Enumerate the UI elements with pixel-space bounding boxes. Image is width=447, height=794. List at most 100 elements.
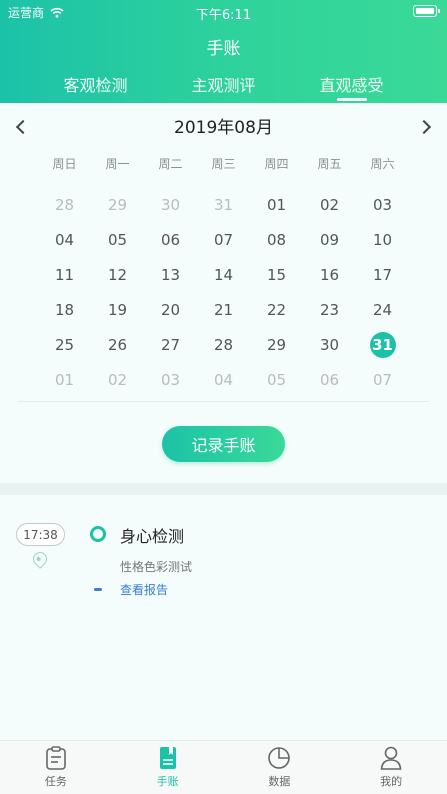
chevron-right-icon: [416, 119, 432, 135]
weekday-label: 周四: [264, 157, 289, 171]
nav-item-tasks[interactable]: 任务: [0, 741, 112, 794]
calendar-day[interactable]: 06: [144, 222, 197, 257]
weekday-label: 周六: [370, 157, 395, 171]
day-number: 23: [319, 300, 340, 319]
day-number: 31: [213, 195, 234, 214]
day-number: 05: [107, 230, 128, 249]
next-month-button[interactable]: [411, 113, 441, 141]
calendar-day[interactable]: 10: [356, 222, 409, 257]
calendar-day[interactable]: 07: [197, 222, 250, 257]
status-time: 下午6:11: [195, 8, 252, 23]
calendar-day[interactable]: 08: [250, 222, 303, 257]
tab-intuitive-feeling[interactable]: 直观感受: [288, 72, 416, 103]
day-number: 14: [213, 265, 234, 284]
day-number: 30: [319, 335, 340, 354]
day-number: 03: [372, 195, 393, 214]
calendar-day[interactable]: 05: [250, 362, 303, 397]
calendar-day[interactable]: 03: [144, 362, 197, 397]
calendar-day[interactable]: 16: [303, 257, 356, 292]
calendar-day[interactable]: 06: [303, 362, 356, 397]
nav-item-data[interactable]: 数据: [224, 741, 336, 794]
status-bar: 运营商 下午6:11: [0, 0, 447, 23]
app-header: 运营商 下午6:11 手账 客观检测 主观测评 直观感受: [0, 0, 447, 103]
day-number: 01: [266, 195, 287, 214]
calendar-day[interactable]: 09: [303, 222, 356, 257]
calendar-day[interactable]: 07: [356, 362, 409, 397]
weekday-label: 周日: [52, 157, 77, 171]
calendar-day[interactable]: 29: [91, 187, 144, 222]
location-pin-icon: [30, 549, 50, 569]
calendar-day[interactable]: 01: [250, 187, 303, 222]
calendar-day[interactable]: 13: [144, 257, 197, 292]
nav-item-profile[interactable]: 我的: [335, 741, 447, 794]
day-number: 17: [372, 265, 393, 284]
day-number: 30: [160, 195, 181, 214]
clipboard-icon: [46, 746, 66, 770]
day-number: 28: [54, 195, 75, 214]
day-number: 05: [266, 370, 287, 389]
calendar-day[interactable]: 29: [250, 327, 303, 362]
day-number: 29: [266, 335, 287, 354]
calendar-day[interactable]: 30: [144, 187, 197, 222]
person-icon: [380, 746, 402, 770]
calendar-day[interactable]: 30: [303, 327, 356, 362]
day-number: 10: [372, 230, 393, 249]
day-grid: 28 29 30 31 01 02 03 04 05 06 07 08 09 10 11 12 13 14 15 16…: [38, 187, 409, 397]
day-number: 01: [54, 370, 75, 389]
day-number: 20: [160, 300, 181, 319]
calendar-day[interactable]: 04: [197, 362, 250, 397]
tab-subjective-eval[interactable]: 主观测评: [160, 72, 288, 103]
day-number: 12: [107, 265, 128, 284]
calendar-day[interactable]: 14: [197, 257, 250, 292]
entry-subtitle: 性格色彩测试: [120, 560, 193, 574]
day-number: 25: [54, 335, 75, 354]
weekday-label: 周一: [105, 157, 130, 171]
day-number: 02: [107, 370, 128, 389]
calendar-day[interactable]: 19: [91, 292, 144, 327]
record-journal-button[interactable]: 记录手账: [162, 426, 285, 462]
notebook-icon: [159, 747, 176, 769]
calendar-day[interactable]: 04: [38, 222, 91, 257]
calendar-day[interactable]: 31: [197, 187, 250, 222]
calendar-day[interactable]: 18: [38, 292, 91, 327]
day-number: 19: [107, 300, 128, 319]
nav-label-journal: 手账: [156, 775, 179, 788]
section-divider: [0, 483, 447, 495]
calendar-day[interactable]: 02: [91, 362, 144, 397]
day-number: 21: [213, 300, 234, 319]
view-report-link[interactable]: 查看报告: [120, 581, 168, 598]
nav-label-tasks: 任务: [44, 775, 67, 788]
calendar-day-selected[interactable]: 31: [356, 327, 409, 362]
entry-title: 身心检测: [120, 527, 185, 546]
calendar-day[interactable]: 17: [356, 257, 409, 292]
calendar-day[interactable]: 02: [303, 187, 356, 222]
nav-item-journal[interactable]: 手账: [112, 741, 224, 794]
calendar-day[interactable]: 28: [38, 187, 91, 222]
calendar-day[interactable]: 24: [356, 292, 409, 327]
calendar-day[interactable]: 27: [144, 327, 197, 362]
calendar-day[interactable]: 15: [250, 257, 303, 292]
calendar-day[interactable]: 28: [197, 327, 250, 362]
pie-chart-icon: [268, 747, 291, 769]
tab-objective-test[interactable]: 客观检测: [32, 72, 160, 103]
weekday-label: 周二: [158, 157, 183, 171]
tab-bar: 客观检测 主观测评 直观感受: [0, 72, 447, 103]
calendar-day[interactable]: 25: [38, 327, 91, 362]
calendar-day[interactable]: 11: [38, 257, 91, 292]
day-number: 24: [372, 300, 393, 319]
calendar-day[interactable]: 20: [144, 292, 197, 327]
calendar-day[interactable]: 26: [91, 327, 144, 362]
calendar-day[interactable]: 01: [38, 362, 91, 397]
day-number: 09: [319, 230, 340, 249]
day-number: 04: [54, 230, 75, 249]
calendar-day[interactable]: 22: [250, 292, 303, 327]
day-number: 07: [213, 230, 234, 249]
calendar-day[interactable]: 12: [91, 257, 144, 292]
day-number: 29: [107, 195, 128, 214]
calendar-day[interactable]: 21: [197, 292, 250, 327]
journal-entry: 17:38 身心检测 性格色彩测试 查看报告: [0, 495, 447, 740]
calendar-day[interactable]: 03: [356, 187, 409, 222]
calendar-day[interactable]: 23: [303, 292, 356, 327]
page-title: 手账: [206, 39, 241, 59]
calendar-day[interactable]: 05: [91, 222, 144, 257]
